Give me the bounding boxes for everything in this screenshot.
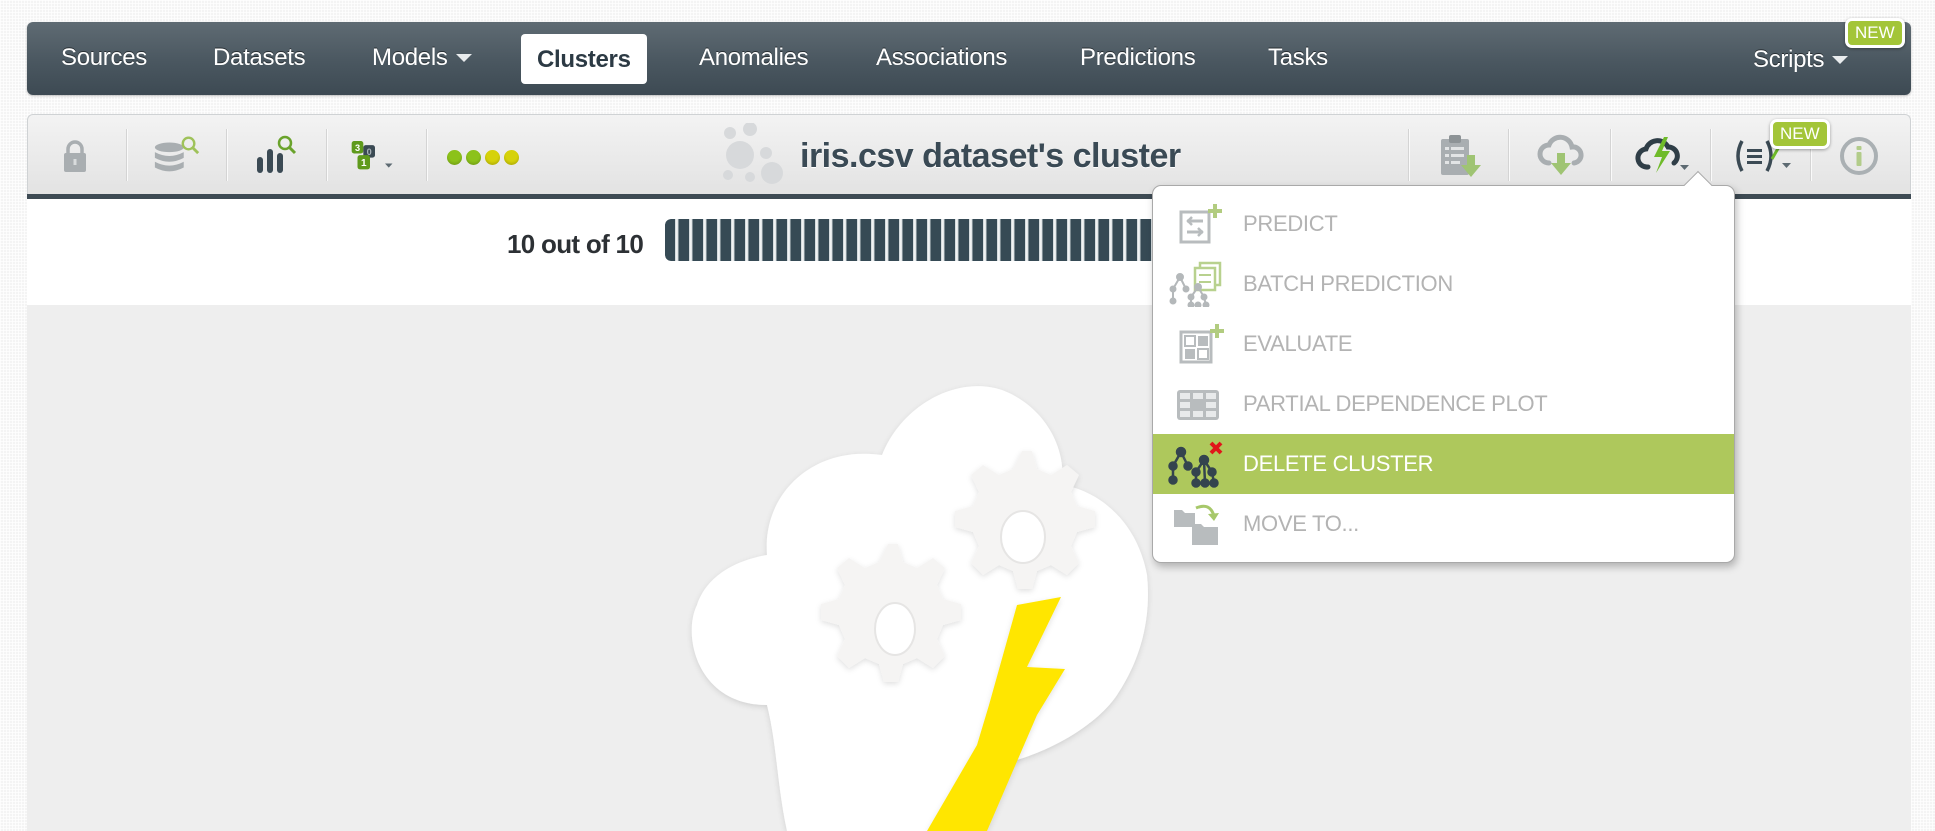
cloud-download-icon — [1537, 134, 1584, 175]
top-navigation: Sources Datasets Models Clusters Anomali… — [27, 22, 1911, 95]
status-dot — [485, 150, 500, 165]
cluster-actions-menu: PREDICT BATCH PREDICTION EVALUATE PARTIA… — [1152, 170, 1735, 563]
move-to-icon — [1174, 504, 1219, 545]
lock-icon — [64, 140, 86, 172]
predict-icon — [1179, 204, 1222, 244]
chevron-down-icon — [455, 53, 472, 62]
toolbar-divider — [1610, 129, 1612, 181]
dataset-button[interactable] — [152, 133, 202, 179]
nav-associations[interactable]: Associations — [876, 22, 1007, 95]
sampling-icon: 3 0 1 — [351, 141, 393, 170]
nav-sources[interactable]: Sources — [61, 22, 147, 95]
chevron-down-icon — [1832, 55, 1849, 64]
menu-item-label: PARTIAL DEPENDENCE PLOT — [1243, 391, 1548, 416]
menu-item-move-to[interactable]: MOVE TO... — [1153, 494, 1734, 554]
clipboard-download-icon — [1441, 135, 1481, 177]
nav-anomalies[interactable]: Anomalies — [699, 22, 809, 95]
actions-menu-button[interactable] — [1634, 133, 1696, 179]
cluster-icon — [723, 123, 783, 184]
toolbar-divider — [226, 129, 228, 181]
partial-dependence-icon — [1177, 390, 1219, 420]
info-button[interactable] — [1834, 133, 1884, 179]
nav-tasks[interactable]: Tasks — [1268, 22, 1328, 95]
status-dot — [447, 150, 462, 165]
nav-datasets[interactable]: Datasets — [213, 22, 306, 95]
menu-item-predict[interactable]: PREDICT — [1153, 194, 1734, 254]
export-button[interactable] — [1436, 133, 1486, 179]
nav-scripts-label: Scripts — [1753, 46, 1825, 73]
delete-cluster-icon — [1168, 441, 1223, 488]
menu-item-label: DELETE CLUSTER — [1243, 451, 1434, 476]
nav-predictions[interactable]: Predictions — [1080, 22, 1196, 95]
nav-clusters[interactable]: Clusters — [521, 34, 647, 84]
menu-item-label: EVALUATE — [1243, 331, 1353, 356]
status-dot — [504, 150, 519, 165]
download-button[interactable] — [1536, 133, 1586, 179]
cloud-lightning-icon — [1635, 137, 1689, 173]
lock-button[interactable] — [50, 133, 100, 179]
svg-text:1: 1 — [361, 158, 367, 169]
resource-title: iris.csv dataset's cluster — [718, 123, 1181, 189]
toolbar-divider — [326, 129, 328, 181]
toolbar-divider — [126, 129, 128, 181]
evaluate-icon — [1179, 324, 1224, 364]
toolbar-divider — [426, 129, 428, 181]
dataset-search-icon — [154, 136, 200, 172]
menu-item-evaluate[interactable]: EVALUATE — [1153, 314, 1734, 374]
menu-item-partial-dependence-plot[interactable]: PARTIAL DEPENDENCE PLOT — [1153, 374, 1734, 434]
whizzml-new-badge: NEW — [1770, 119, 1830, 149]
nav-models-label: Models — [372, 44, 448, 71]
toolbar-divider — [1508, 129, 1510, 181]
sampling-button[interactable]: 3 0 1 — [350, 133, 400, 179]
progress-label: 10 out of 10 — [507, 229, 644, 259]
nav-scripts[interactable]: Scripts — [1753, 24, 1849, 97]
page-title: iris.csv dataset's cluster — [800, 136, 1181, 175]
menu-item-label: MOVE TO... — [1243, 511, 1359, 536]
menu-item-label: BATCH PREDICTION — [1243, 271, 1453, 296]
menu-item-batch-prediction[interactable]: BATCH PREDICTION — [1153, 254, 1734, 314]
batch-prediction-icon — [1169, 261, 1222, 307]
status-indicator — [447, 150, 519, 165]
menu-item-label: PREDICT — [1243, 211, 1338, 236]
status-dot — [466, 150, 481, 165]
chart-search-icon — [257, 135, 297, 173]
scripts-new-badge: NEW — [1845, 18, 1905, 48]
analyze-button[interactable] — [252, 133, 302, 179]
menu-item-delete-cluster[interactable]: DELETE CLUSTER — [1153, 434, 1734, 494]
nav-models[interactable]: Models — [372, 22, 472, 95]
info-icon — [1840, 137, 1878, 175]
svg-text:3: 3 — [355, 143, 360, 153]
toolbar-divider — [1710, 129, 1712, 181]
toolbar-divider — [1408, 129, 1410, 181]
